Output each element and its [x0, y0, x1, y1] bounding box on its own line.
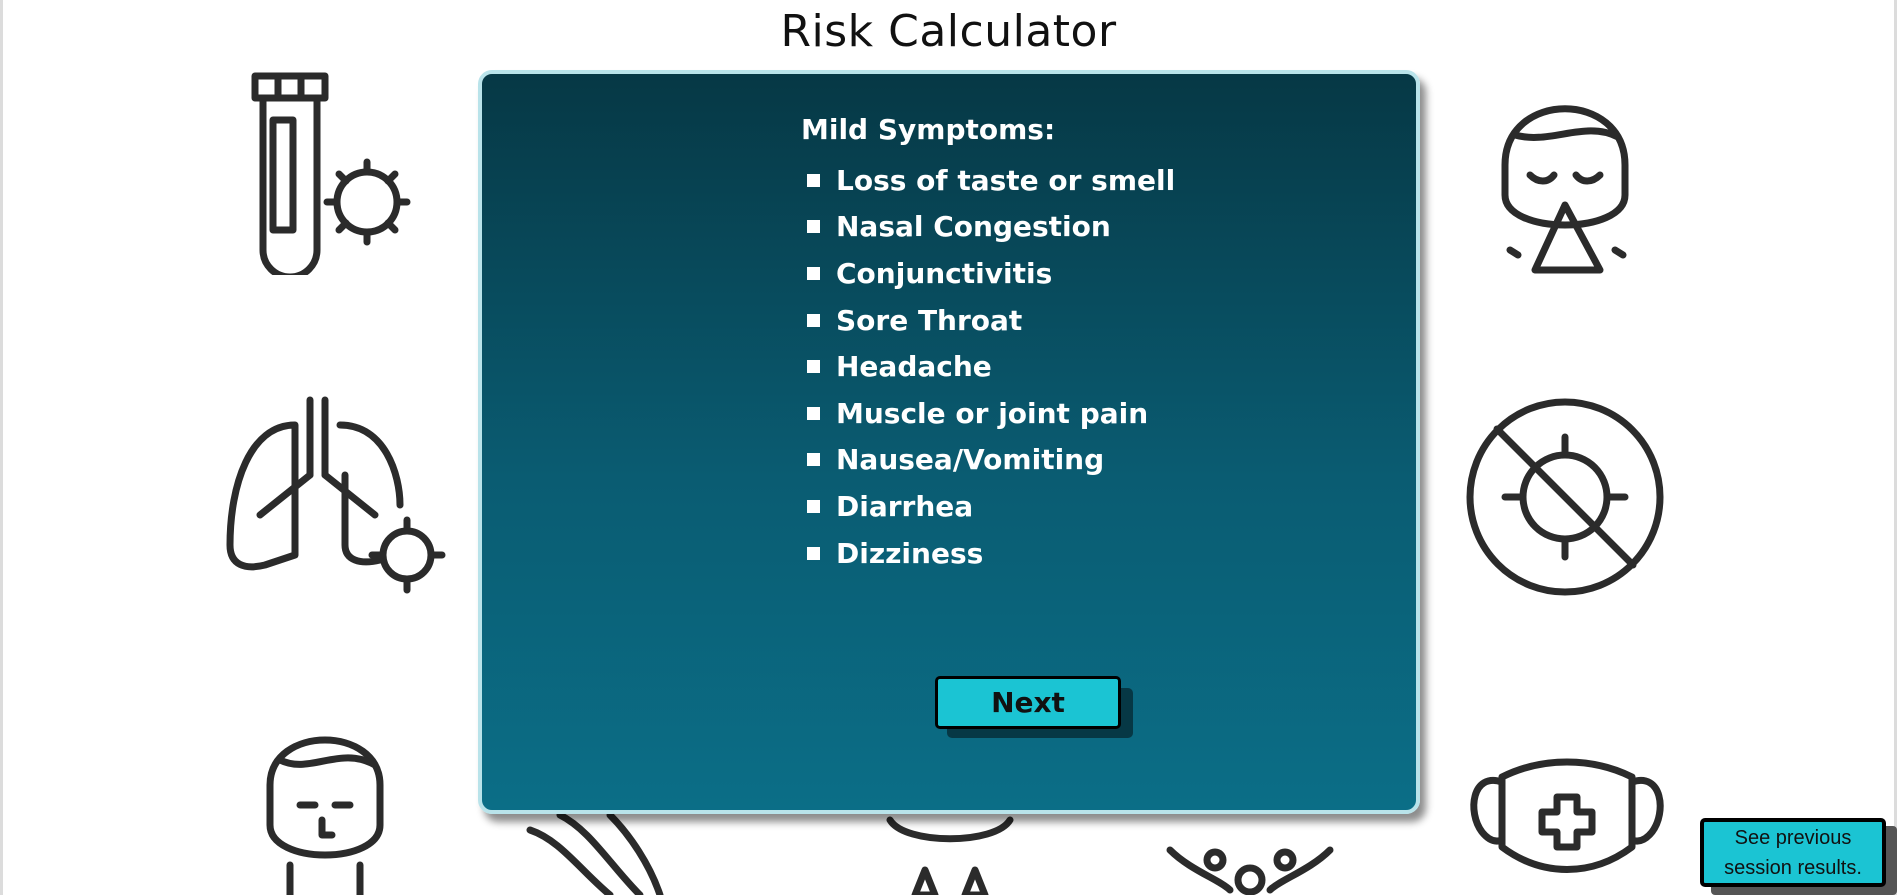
symptom-option[interactable]: Dizziness: [807, 530, 1175, 577]
symptom-option[interactable]: Loss of taste or smell: [807, 157, 1175, 204]
hand-icon: [520, 810, 670, 895]
page-title: Risk Calculator: [780, 6, 1117, 57]
symptom-option[interactable]: Headache: [807, 343, 1175, 390]
symptom-label: Headache: [836, 350, 992, 384]
virus-icon: [1160, 810, 1340, 895]
symptom-label: Nasal Congestion: [836, 210, 1111, 244]
checkbox[interactable]: [807, 499, 820, 513]
checkbox[interactable]: [807, 313, 820, 327]
checkbox[interactable]: [807, 360, 820, 374]
symptom-label: Sore Throat: [836, 303, 1023, 337]
checkbox[interactable]: [807, 546, 820, 560]
symptom-label: Loss of taste or smell: [836, 163, 1176, 197]
symptom-option[interactable]: Conjunctivitis: [807, 250, 1175, 297]
no-virus-icon: [1465, 397, 1665, 597]
checkbox[interactable]: [807, 173, 820, 187]
checkbox[interactable]: [807, 220, 820, 234]
person-sneeze-icon: [1490, 75, 1640, 280]
person-rash-icon: [250, 705, 400, 895]
symptom-option[interactable]: Muscle or joint pain: [807, 390, 1175, 437]
symptom-label: Nausea/Vomiting: [836, 443, 1105, 477]
checkbox[interactable]: [807, 453, 820, 467]
symptom-label: Dizziness: [836, 536, 984, 570]
left-frame-border: [0, 0, 3, 895]
symptom-label: Muscle or joint pain: [836, 396, 1149, 430]
droplets-icon: [885, 815, 1015, 895]
section-heading: Mild Symptoms:: [801, 113, 1056, 146]
symptom-option[interactable]: Nausea/Vomiting: [807, 437, 1175, 484]
symptom-label: Conjunctivitis: [836, 256, 1053, 290]
lungs-virus-icon: [220, 395, 455, 595]
checkbox[interactable]: [807, 406, 820, 420]
next-button[interactable]: Next: [935, 676, 1121, 729]
symptom-option[interactable]: Nasal Congestion: [807, 204, 1175, 251]
face-mask-icon: [1462, 752, 1672, 882]
symptom-card: Mild Symptoms: Loss of taste or smell Na…: [478, 70, 1420, 814]
previous-results-button[interactable]: See previous session results.: [1700, 818, 1886, 887]
symptom-label: Diarrhea: [836, 489, 974, 523]
symptom-list: Loss of taste or smell Nasal Congestion …: [807, 157, 1175, 576]
symptom-option[interactable]: Sore Throat: [807, 297, 1175, 344]
test-tube-virus-icon: [245, 70, 425, 275]
symptom-option[interactable]: Diarrhea: [807, 483, 1175, 530]
checkbox[interactable]: [807, 266, 820, 280]
